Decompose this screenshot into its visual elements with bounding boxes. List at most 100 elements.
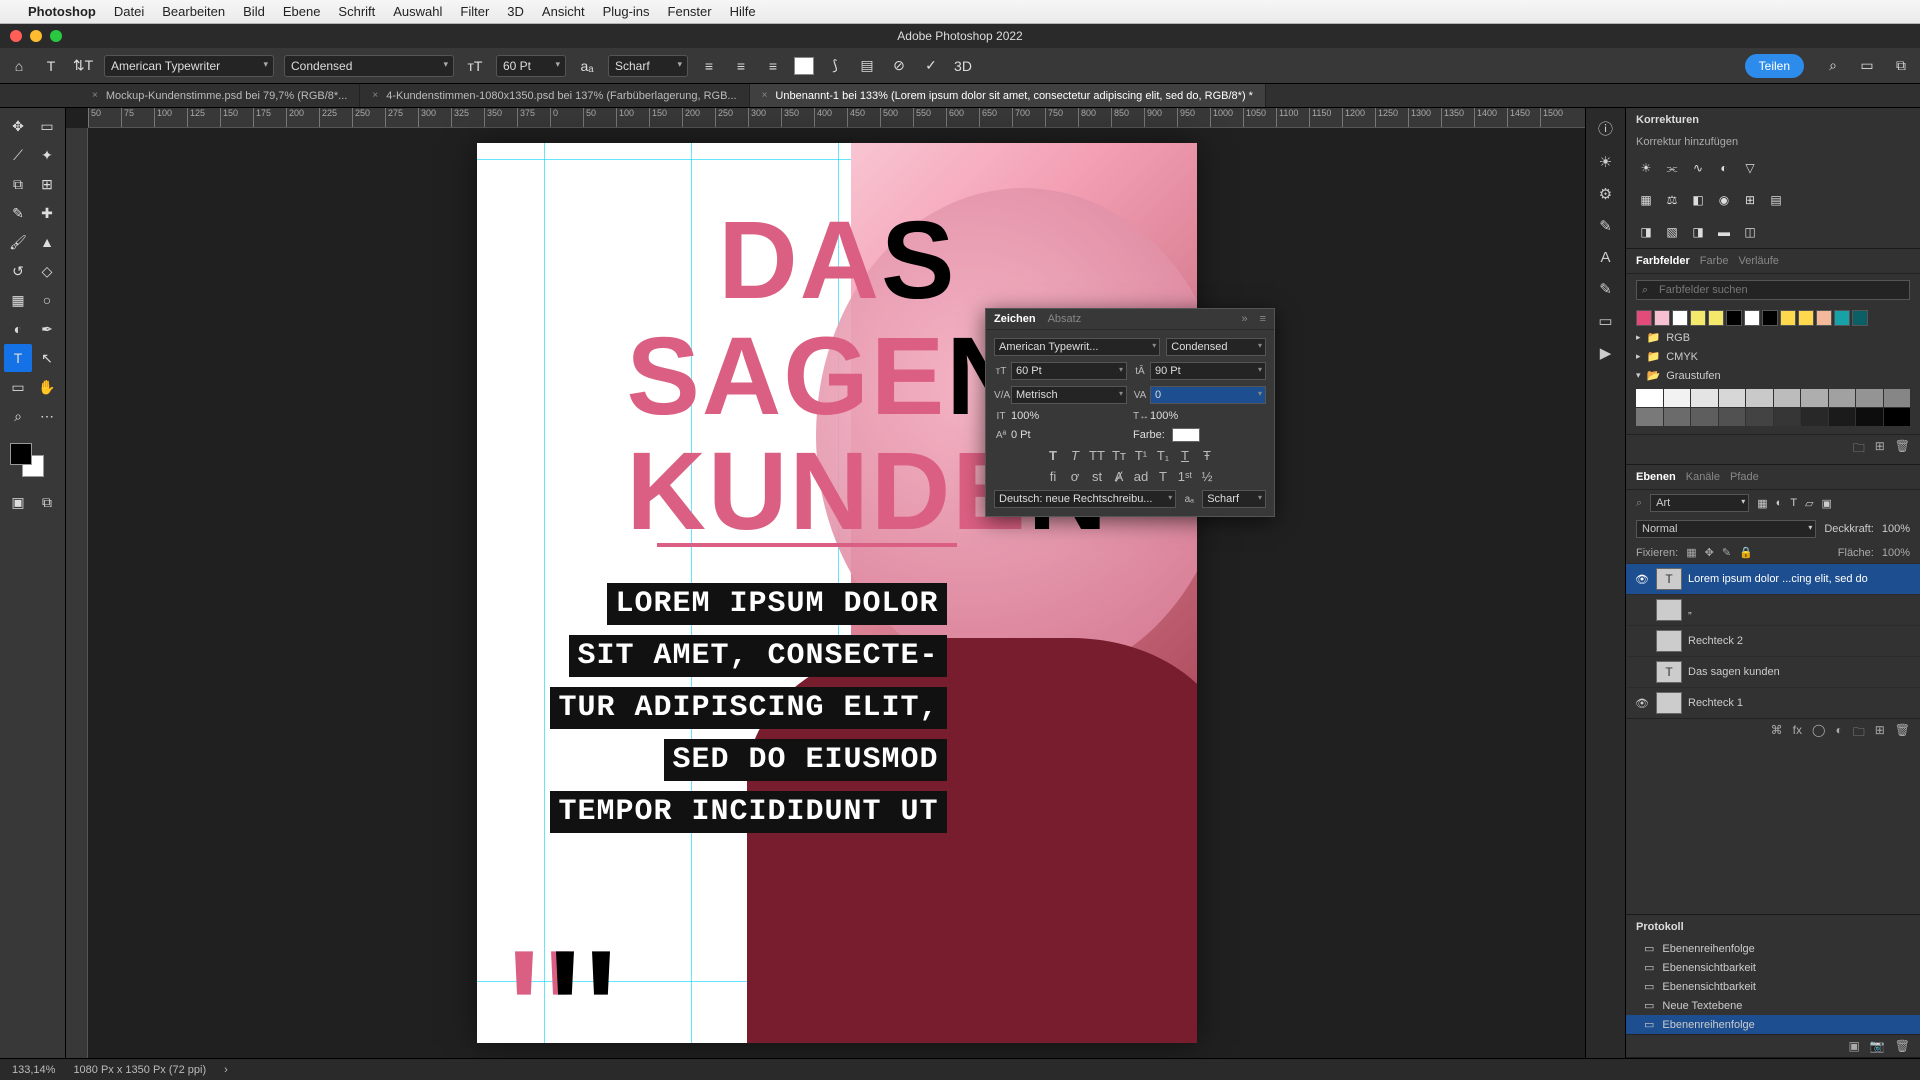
char-font-family[interactable]: American Typewrit... bbox=[994, 338, 1160, 356]
gray-swatch[interactable] bbox=[1801, 389, 1828, 407]
warp-text-icon[interactable]: ⟆ bbox=[824, 55, 846, 77]
layer-thumbnail[interactable]: T bbox=[1656, 568, 1682, 590]
brush-tool[interactable]: 🖌 bbox=[4, 228, 32, 256]
tab-ebenen[interactable]: Ebenen bbox=[1636, 471, 1676, 483]
quick-mask-icon[interactable]: ▣ bbox=[4, 488, 32, 516]
contextual-alt[interactable]: ơ bbox=[1066, 469, 1084, 484]
workspace-switcher-icon[interactable]: ▭ bbox=[1856, 55, 1878, 77]
gray-swatch[interactable] bbox=[1829, 408, 1856, 426]
color-swatch[interactable] bbox=[1636, 310, 1652, 326]
snapshot-icon[interactable]: 📷 bbox=[1870, 1039, 1885, 1053]
layer-thumbnail[interactable] bbox=[1656, 599, 1682, 621]
link-layers-icon[interactable]: ⌘ bbox=[1771, 723, 1783, 744]
blend-mode-select[interactable]: Normal bbox=[1636, 520, 1816, 538]
brightness-panel-icon[interactable]: ☀ bbox=[1599, 153, 1612, 171]
titling-alt[interactable]: T bbox=[1154, 469, 1172, 484]
fractions[interactable]: ½ bbox=[1198, 469, 1216, 484]
adj-posterize-icon[interactable]: ▧ bbox=[1662, 222, 1682, 242]
history-state[interactable]: ▭Ebenensichtbarkeit bbox=[1626, 958, 1920, 977]
color-swatch[interactable] bbox=[1762, 310, 1778, 326]
zoom-window-button[interactable] bbox=[50, 30, 62, 42]
menu-fenster[interactable]: Fenster bbox=[668, 4, 712, 19]
lorem-text-layer[interactable]: LOREM IPSUM DOLOR SIT AMET, CONSECTE- TU… bbox=[537, 583, 947, 843]
color-swatch[interactable] bbox=[1744, 310, 1760, 326]
gray-swatch[interactable] bbox=[1746, 389, 1773, 407]
history-brush-tool[interactable]: ↺ bbox=[4, 257, 32, 285]
align-right-icon[interactable]: ≡ bbox=[762, 55, 784, 77]
font-style-select[interactable]: Condensed bbox=[284, 55, 454, 77]
new-group-icon[interactable]: 🗀 bbox=[1853, 439, 1865, 460]
home-icon[interactable]: ⌂ bbox=[8, 55, 30, 77]
clone-stamp-tool[interactable]: ▲ bbox=[33, 228, 61, 256]
tab-absatz[interactable]: Absatz bbox=[1048, 313, 1082, 325]
history-state[interactable]: ▭Ebenenreihenfolge bbox=[1626, 939, 1920, 958]
lasso-tool[interactable]: ⟋ bbox=[4, 141, 32, 169]
menu-bild[interactable]: Bild bbox=[243, 4, 265, 19]
move-tool[interactable]: ✥ bbox=[4, 112, 32, 140]
menu-datei[interactable]: Datei bbox=[114, 4, 144, 19]
discretionary-lig[interactable]: st bbox=[1088, 469, 1106, 484]
color-swatch[interactable] bbox=[1708, 310, 1724, 326]
char-vscale[interactable]: 100% bbox=[1011, 410, 1039, 422]
horizontal-ruler[interactable]: 5075100125150175200225250275300325350375… bbox=[88, 108, 1585, 128]
color-swatch[interactable] bbox=[1726, 310, 1742, 326]
menu-3d[interactable]: 3D bbox=[507, 4, 524, 19]
adj-hue-icon[interactable]: ▦ bbox=[1636, 190, 1656, 210]
char-hscale[interactable]: 100% bbox=[1150, 410, 1178, 422]
swatch-search[interactable]: Farbfelder suchen bbox=[1636, 280, 1910, 300]
layer-filter-type[interactable]: Art bbox=[1650, 494, 1749, 512]
commit-edit-icon[interactable]: ✓ bbox=[920, 55, 942, 77]
actions-panel-icon[interactable]: ▶ bbox=[1600, 344, 1612, 362]
blur-tool[interactable]: ○ bbox=[33, 286, 61, 314]
properties-panel-icon[interactable]: ▭ bbox=[1598, 312, 1612, 330]
ordinals[interactable]: 1ˢᵗ bbox=[1176, 469, 1194, 484]
gray-swatch[interactable] bbox=[1774, 408, 1801, 426]
char-baseline[interactable]: 0 Pt bbox=[1011, 429, 1031, 441]
superscript[interactable]: T¹ bbox=[1132, 448, 1150, 463]
layer-mask-icon[interactable]: ◯ bbox=[1812, 723, 1825, 744]
swatch-folder-graustufen[interactable]: ▾📂Graustufen bbox=[1626, 366, 1920, 385]
gradient-tool[interactable]: ▦ bbox=[4, 286, 32, 314]
history-state[interactable]: ▭Ebenensichtbarkeit bbox=[1626, 977, 1920, 996]
layer-thumbnail[interactable]: T bbox=[1656, 661, 1682, 683]
gray-swatch[interactable] bbox=[1636, 408, 1663, 426]
layer-name[interactable]: Das sagen kunden bbox=[1688, 666, 1912, 678]
gray-swatch[interactable] bbox=[1664, 408, 1691, 426]
history-state[interactable]: ▭Ebenenreihenfolge bbox=[1626, 1015, 1920, 1034]
layer-row[interactable]: 👁Rechteck 1 bbox=[1626, 687, 1920, 718]
artboard[interactable]: DAS SAGEN KUNDEN LOREM IPSUM DOLOR SIT A… bbox=[477, 143, 1197, 1043]
visibility-toggle-icon[interactable]: 👁 bbox=[1634, 573, 1650, 586]
adjustments-panel-title[interactable]: Korrekturen bbox=[1626, 108, 1920, 132]
adj-bw-icon[interactable]: ◧ bbox=[1688, 190, 1708, 210]
color-swatches[interactable] bbox=[4, 437, 61, 487]
character-panel-icon[interactable]: A bbox=[1600, 249, 1610, 266]
gray-swatch[interactable] bbox=[1691, 389, 1718, 407]
layer-fx-icon[interactable]: fx bbox=[1793, 723, 1802, 744]
visibility-toggle-icon[interactable]: 👁 bbox=[1634, 697, 1650, 710]
tab-farbe[interactable]: Farbe bbox=[1700, 255, 1729, 267]
text-orientation-icon[interactable]: ⇅T bbox=[72, 55, 94, 77]
layer-row[interactable]: 👁 T Lorem ipsum dolor ...cing elit, sed do bbox=[1626, 563, 1920, 594]
lock-pixels-icon[interactable]: ▦ bbox=[1686, 546, 1696, 559]
rectangle-tool[interactable]: ▭ bbox=[4, 373, 32, 401]
delete-layer-icon[interactable]: 🗑 bbox=[1895, 723, 1910, 744]
arrange-documents-icon[interactable]: ⧉ bbox=[1890, 55, 1912, 77]
rectangular-marquee-tool[interactable]: ▭ bbox=[33, 112, 61, 140]
adj-selectivecolor-icon[interactable]: ◫ bbox=[1740, 222, 1760, 242]
layer-name[interactable]: Lorem ipsum dolor ...cing elit, sed do bbox=[1688, 573, 1912, 585]
menu-hilfe[interactable]: Hilfe bbox=[730, 4, 756, 19]
app-name[interactable]: Photoshop bbox=[28, 4, 96, 19]
strikethrough[interactable]: Ŧ bbox=[1198, 448, 1216, 463]
char-antialias[interactable]: Scharf bbox=[1202, 490, 1266, 508]
gray-swatch[interactable] bbox=[1829, 389, 1856, 407]
color-swatch[interactable] bbox=[1690, 310, 1706, 326]
delete-swatch-icon[interactable]: 🗑 bbox=[1895, 439, 1910, 460]
menu-ansicht[interactable]: Ansicht bbox=[542, 4, 585, 19]
opacity-value[interactable]: 100% bbox=[1882, 523, 1910, 535]
character-panel[interactable]: Zeichen Absatz » ≡ American Typewrit... … bbox=[985, 308, 1275, 517]
layer-thumbnail[interactable] bbox=[1656, 630, 1682, 652]
filter-adjust-icon[interactable]: ◐ bbox=[1776, 497, 1783, 509]
eyedropper-tool[interactable]: ✎ bbox=[4, 199, 32, 227]
swatch-folder-rgb[interactable]: ▸📁RGB bbox=[1626, 328, 1920, 347]
crop-tool[interactable]: ⧉ bbox=[4, 170, 32, 198]
